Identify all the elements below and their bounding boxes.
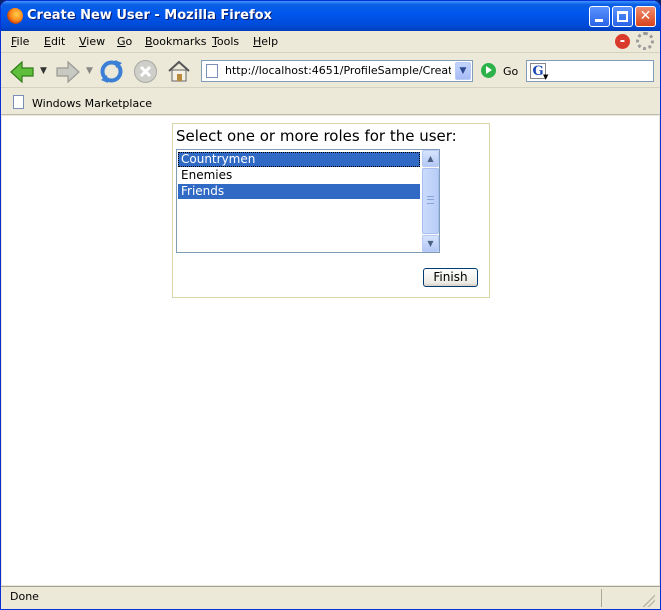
resize-grip-icon[interactable]	[641, 593, 655, 607]
status-divider	[601, 589, 602, 607]
scroll-thumb[interactable]	[422, 168, 439, 234]
finish-button[interactable]: Finish	[423, 268, 478, 287]
status-bar	[1, 586, 660, 609]
role-option-enemies[interactable]: Enemies	[178, 168, 420, 183]
role-option-countrymen[interactable]: Countrymen	[178, 152, 420, 167]
firefox-logo-icon	[7, 8, 23, 24]
back-dropdown-icon[interactable]: ▼	[40, 66, 49, 76]
page-icon	[206, 64, 218, 78]
url-input[interactable]: http://localhost:4651/ProfileSample/Crea…	[225, 64, 451, 77]
go-button[interactable]: Go	[503, 65, 518, 78]
scroll-grip-icon	[427, 196, 434, 204]
status-text: Done	[10, 590, 39, 603]
maximize-button[interactable]	[612, 6, 633, 27]
scroll-up-icon[interactable]: ▲	[422, 150, 439, 167]
forward-dropdown-icon[interactable]: ▼	[86, 66, 95, 76]
bookmark-windows-marketplace[interactable]: Windows Marketplace	[32, 97, 152, 110]
roles-scrollbar[interactable]: ▲ ▼	[422, 150, 439, 252]
throbber-icon	[636, 32, 654, 50]
menu-view[interactable]: View	[79, 35, 105, 48]
minimize-button[interactable]	[589, 6, 610, 27]
roles-prompt: Select one or more roles for the user:	[176, 127, 457, 145]
menu-stop-icon[interactable]: -	[615, 34, 630, 49]
menu-edit[interactable]: Edit	[44, 35, 65, 48]
scroll-down-icon[interactable]: ▼	[422, 235, 439, 252]
title-bar[interactable]: Create New User - Mozilla Firefox ✕	[1, 1, 660, 31]
menu-file[interactable]: File	[11, 35, 29, 48]
bookmark-page-icon	[13, 95, 24, 109]
window-title: Create New User - Mozilla Firefox	[27, 8, 272, 23]
stop-icon[interactable]	[133, 59, 158, 84]
go-icon[interactable]	[481, 63, 496, 78]
search-engine-dropdown-icon[interactable]: ▼	[543, 73, 548, 81]
maximize-icon	[617, 11, 628, 22]
menu-help[interactable]: Help	[253, 35, 278, 48]
menu-tools[interactable]: Tools	[212, 35, 239, 48]
minimize-icon	[595, 19, 603, 22]
roles-listbox[interactable]: Countrymen Enemies Friends ▲ ▼	[176, 149, 440, 253]
forward-arrow-icon[interactable]	[55, 60, 81, 84]
home-icon[interactable]	[166, 58, 192, 84]
close-button[interactable]: ✕	[635, 6, 656, 27]
menu-bookmarks[interactable]: Bookmarks	[145, 35, 206, 48]
menu-bar: File Edit View Go Bookmarks Tools Help	[1, 31, 660, 53]
back-arrow-icon[interactable]	[9, 60, 35, 84]
reload-icon[interactable]	[99, 59, 124, 84]
close-icon: ✕	[639, 8, 652, 24]
menu-go[interactable]: Go	[117, 35, 132, 48]
role-option-friends[interactable]: Friends	[178, 184, 420, 199]
url-dropdown-icon[interactable]: ▼	[455, 62, 471, 80]
search-box[interactable]: G ▼	[526, 60, 654, 82]
browser-window: Create New User - Mozilla Firefox ✕ File…	[0, 0, 661, 610]
url-bar[interactable]: http://localhost:4651/ProfileSample/Crea…	[201, 60, 473, 82]
